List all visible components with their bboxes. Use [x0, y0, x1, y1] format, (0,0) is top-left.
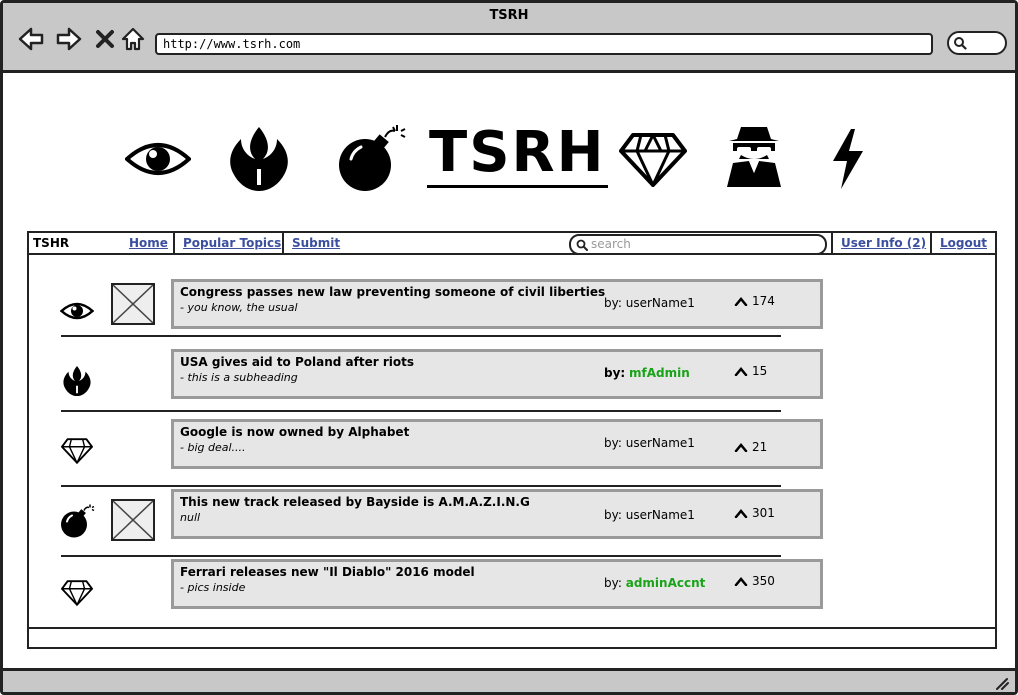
browser-statusbar	[3, 668, 1015, 692]
post-by-label: by:	[604, 576, 622, 590]
post-author: by: userName1	[604, 296, 695, 310]
post-subheading: - pics inside	[180, 581, 246, 594]
post-votes: 21	[734, 440, 767, 454]
post-subheading: null	[180, 511, 201, 524]
home-icon[interactable]	[119, 25, 147, 53]
nav-search-placeholder: search	[591, 237, 631, 251]
post-title[interactable]: Google is now owned by Alphabet	[180, 425, 409, 439]
post-author-name[interactable]: userName1	[626, 436, 695, 450]
browser-titlebar: TSRH http://www.tsrh.com	[3, 3, 1015, 73]
diamond-icon	[59, 575, 95, 611]
post-by-label: by:	[604, 508, 622, 522]
diamond-icon	[619, 133, 687, 187]
post-votes: 174	[734, 294, 775, 308]
post-subheading: - big deal....	[180, 441, 246, 454]
post-card[interactable]: Ferrari releases new "Il Diablo" 2016 mo…	[171, 559, 823, 609]
post-card[interactable]: This new track released by Bayside is A.…	[171, 489, 823, 539]
vote-count: 174	[752, 294, 775, 308]
site-logo-text[interactable]: TSRH	[427, 121, 608, 188]
upvote-chevron-icon[interactable]	[734, 576, 748, 586]
post-author: by: adminAccnt	[604, 576, 705, 590]
post-row: Ferrari releases new "Il Diablo" 2016 mo…	[59, 555, 823, 625]
spy-icon	[727, 127, 781, 187]
post-thumbnail[interactable]	[111, 283, 155, 325]
main-content-frame: TSHR Home Popular Topics Submit search U…	[27, 231, 997, 649]
post-title[interactable]: USA gives aid to Poland after riots	[180, 355, 414, 369]
post-subheading: - this is a subheading	[180, 371, 298, 384]
search-icon	[576, 239, 588, 251]
browser-window: TSRH http://www.tsrh.com TSRH TSHR Home …	[0, 0, 1018, 695]
post-title[interactable]: This new track released by Bayside is A.…	[180, 495, 530, 509]
upvote-chevron-icon[interactable]	[734, 508, 748, 518]
rebel-alliance-icon	[59, 363, 95, 399]
vote-count: 350	[752, 574, 775, 588]
post-thumbnail[interactable]	[111, 499, 155, 541]
browser-search-input[interactable]	[947, 31, 1007, 55]
post-votes: 15	[734, 364, 767, 378]
post-by-label: by:	[604, 366, 626, 380]
eye-icon	[59, 293, 95, 329]
bomb-icon	[339, 125, 406, 191]
vote-count: 21	[752, 440, 768, 454]
post-author: by: mfAdmin	[604, 366, 690, 380]
window-title: TSRH	[489, 8, 529, 23]
nav-brand: TSHR	[33, 236, 70, 250]
vote-count: 301	[752, 506, 775, 520]
nav-link-popular-topics[interactable]: Popular Topics	[173, 233, 289, 253]
post-divider	[61, 335, 781, 337]
resize-grip-icon[interactable]	[993, 676, 1009, 690]
top-navigation-bar: TSHR Home Popular Topics Submit search U…	[29, 233, 995, 255]
post-author: by: userName1	[604, 508, 695, 522]
post-row: This new track released by Bayside is A.…	[59, 485, 823, 555]
eye-icon	[125, 143, 191, 175]
post-card[interactable]: USA gives aid to Poland after riots - th…	[171, 349, 823, 399]
upvote-chevron-icon[interactable]	[734, 296, 748, 306]
upvote-chevron-icon[interactable]	[734, 442, 748, 452]
footer-strip	[29, 627, 995, 647]
upvote-chevron-icon[interactable]	[734, 366, 748, 376]
url-input[interactable]: http://www.tsrh.com	[155, 33, 933, 55]
post-author-name[interactable]: adminAccnt	[626, 576, 706, 590]
post-title[interactable]: Congress passes new law preventing someo…	[180, 285, 605, 299]
diamond-icon	[59, 433, 95, 469]
bomb-icon	[59, 503, 95, 539]
post-author-name[interactable]: mfAdmin	[629, 366, 690, 380]
rebel-alliance-icon	[230, 127, 288, 191]
post-card[interactable]: Google is now owned by Alphabet - big de…	[171, 419, 823, 469]
user-info-link[interactable]: User Info (2)	[831, 233, 934, 253]
post-author: by: userName1	[604, 436, 695, 450]
vote-count: 15	[752, 364, 768, 378]
back-arrow-icon[interactable]	[17, 25, 45, 53]
post-votes: 350	[734, 574, 775, 588]
post-card[interactable]: Congress passes new law preventing someo…	[171, 279, 823, 329]
logo-row: TSRH	[3, 113, 1015, 203]
close-x-icon[interactable]	[91, 25, 119, 53]
nav-link-home[interactable]: Home	[121, 233, 176, 253]
nav-search-input[interactable]: search	[569, 234, 827, 255]
logout-link[interactable]: Logout	[930, 233, 995, 253]
forward-arrow-icon[interactable]	[55, 25, 83, 53]
post-votes: 301	[734, 506, 775, 520]
post-divider	[61, 410, 781, 412]
post-row: Google is now owned by Alphabet - big de…	[59, 415, 823, 485]
nav-link-submit[interactable]: Submit	[282, 233, 348, 253]
post-author-name[interactable]: userName1	[626, 508, 695, 522]
post-by-label: by:	[604, 436, 622, 450]
post-subheading: - you know, the usual	[180, 301, 298, 314]
post-author-name[interactable]: userName1	[626, 296, 695, 310]
post-row: USA gives aid to Poland after riots - th…	[59, 345, 823, 415]
post-title[interactable]: Ferrari releases new "Il Diablo" 2016 mo…	[180, 565, 475, 579]
lightning-bolt-icon	[833, 129, 863, 189]
search-icon	[954, 37, 967, 50]
post-by-label: by:	[604, 296, 622, 310]
